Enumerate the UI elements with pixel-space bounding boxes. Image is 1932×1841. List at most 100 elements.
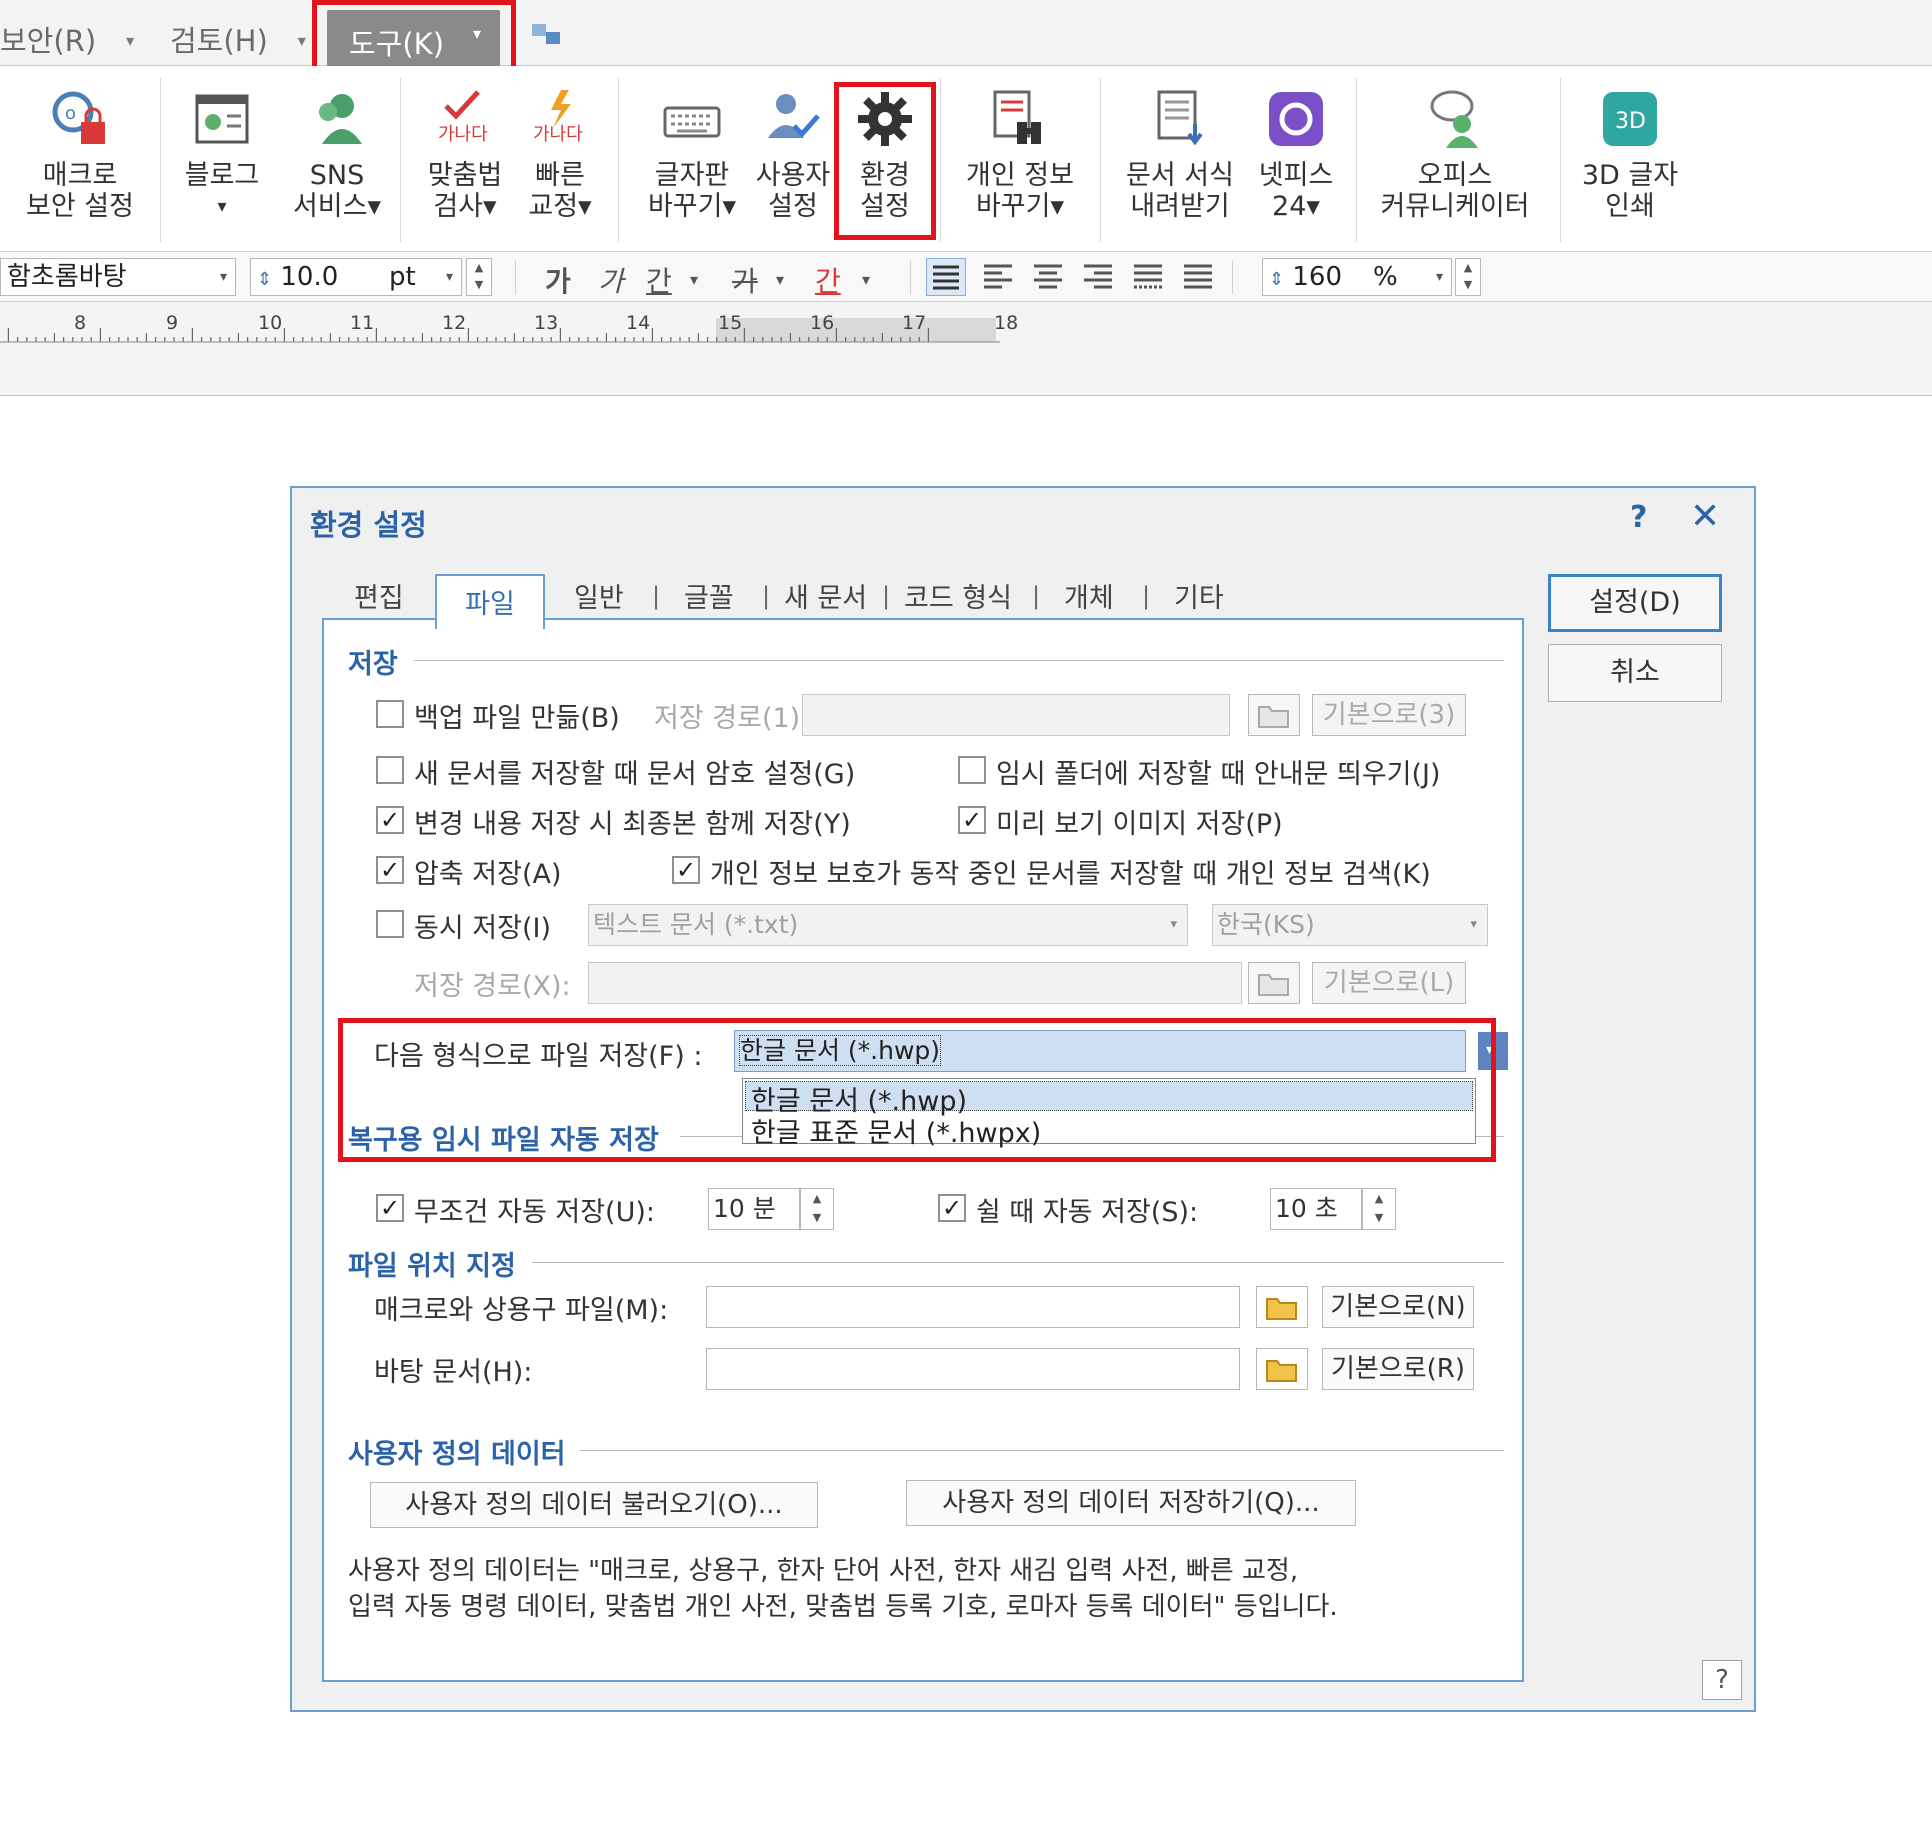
compress-checkbox[interactable]: ✓ [376, 856, 404, 884]
ok-button[interactable]: 설정(D) [1548, 574, 1722, 632]
privacy-search-checkbox[interactable]: ✓ [672, 856, 700, 884]
strikethrough-button[interactable]: 가 [732, 260, 758, 300]
ruler-number: 16 [810, 312, 835, 334]
personal-info-button[interactable]: 개인 정보 바꾸기▾ [955, 86, 1085, 222]
underline-button[interactable]: 간 [646, 260, 672, 300]
simultaneous-save-checkbox[interactable] [376, 910, 404, 938]
folder-icon[interactable] [1256, 1286, 1308, 1328]
compress-label: 압축 저장(A) [414, 859, 562, 890]
font-unit: pt [389, 262, 416, 292]
template-default-button[interactable]: 기본으로(R) [1322, 1348, 1474, 1390]
office-communicator-label-1: 오피스 [1417, 160, 1493, 191]
left-align-icon[interactable] [980, 260, 1016, 298]
lightning-icon: 가나다 [527, 86, 593, 152]
tab-separator: | [882, 582, 891, 610]
save-final-checkbox[interactable]: ✓ [376, 806, 404, 834]
idle-autosave-spinner[interactable]: ▲ ▼ [1362, 1188, 1396, 1230]
doc-password-checkbox[interactable] [376, 756, 404, 784]
keyboard-change-button[interactable]: 글자판 바꾸기▾ [636, 86, 748, 222]
template-file-field[interactable] [706, 1348, 1240, 1390]
ruler-number: 12 [442, 312, 467, 334]
line-spacing-value: 160 [1292, 262, 1342, 292]
temp-folder-notice-label: 임시 폴더에 저장할 때 안내문 띄우기(J) [996, 759, 1441, 790]
quick-correct-button[interactable]: 가나다 빠른 교정▾ [510, 86, 610, 222]
user-settings-button[interactable]: 사용자 설정 [745, 86, 841, 222]
tab-security[interactable]: 보안(R) ▾ [0, 18, 134, 60]
font-name-select[interactable]: 함초롬바탕 ▾ [0, 258, 236, 296]
center-align-icon[interactable] [1030, 260, 1066, 298]
chevron-down-icon[interactable]: ▾ [690, 270, 698, 289]
office-communicator-button[interactable]: 오피스 커뮤니케이터 [1370, 86, 1540, 222]
distribute-align-icon[interactable] [1130, 260, 1166, 298]
temp-folder-notice-checkbox[interactable] [958, 756, 986, 784]
tab-font[interactable]: 글꼴 [684, 576, 734, 615]
spell-check-button[interactable]: 가나다 맞춤법 검사▾ [415, 86, 515, 222]
netffice-icon [1263, 86, 1329, 152]
folder-icon[interactable] [1256, 1348, 1308, 1390]
tab-object[interactable]: 개체 [1064, 576, 1114, 615]
always-autosave-checkbox[interactable]: ✓ [376, 1194, 404, 1222]
tab-file[interactable]: 파일 [435, 574, 545, 629]
split-align-icon[interactable] [1180, 260, 1216, 298]
font-size-spinner[interactable]: ▲ ▼ [466, 258, 492, 296]
chevron-down-icon[interactable]: ▾ [862, 270, 870, 289]
macro-file-field[interactable] [706, 1286, 1240, 1328]
blog-label: 블로그 [184, 160, 260, 191]
font-color-button[interactable]: 간 [815, 260, 841, 300]
window-arrange-icon[interactable] [530, 20, 564, 50]
macro-security-button[interactable]: o 매크로 보안 설정 [10, 86, 150, 222]
simultaneous-format-select[interactable]: 텍스트 문서 (*.txt) ▾ [588, 904, 1188, 946]
blog-button[interactable]: 블로그 ▾ [172, 86, 272, 222]
backup-checkbox[interactable] [376, 700, 404, 728]
tab-edit[interactable]: 편집 [354, 576, 404, 615]
font-size-select[interactable]: ⇕ 10.0 pt ▾ [250, 258, 462, 296]
print-3d-button[interactable]: 3D 3D 글자 인쇄 [1575, 86, 1685, 222]
load-user-data-button[interactable]: 사용자 정의 데이터 불러오기(O)... [370, 1482, 818, 1528]
bold-button[interactable]: 가 [545, 260, 571, 300]
ruler-number: 9 [166, 312, 179, 334]
preview-image-checkbox[interactable]: ✓ [958, 806, 986, 834]
netffice-label-1: 넷피스 [1258, 160, 1334, 191]
ruler-number: 14 [626, 312, 651, 334]
help-icon[interactable]: ? [1630, 500, 1647, 535]
save-user-data-button[interactable]: 사용자 정의 데이터 저장하기(Q)... [906, 1480, 1356, 1526]
simultaneous-path-field[interactable] [588, 962, 1242, 1004]
folder-icon[interactable] [1248, 962, 1300, 1004]
keyboard-change-label-2: 바꾸기▾ [647, 191, 737, 222]
chevron-down-icon: ▾ [445, 269, 453, 285]
keyboard-icon [659, 86, 725, 152]
tab-etc[interactable]: 기타 [1174, 576, 1224, 615]
ruler-number: 11 [350, 312, 375, 334]
macro-lock-icon: o [47, 86, 113, 152]
justify-align-icon[interactable] [926, 258, 966, 296]
right-align-icon[interactable] [1080, 260, 1116, 298]
idle-autosave-input[interactable]: 10 초 [1270, 1188, 1362, 1230]
macro-default-button[interactable]: 기본으로(N) [1322, 1286, 1474, 1328]
tab-review[interactable]: 검토(H) ▾ [170, 18, 306, 60]
bottom-help-button[interactable]: ? [1702, 1660, 1742, 1700]
tab-general[interactable]: 일반 [574, 576, 624, 615]
folder-icon[interactable] [1248, 694, 1300, 736]
tab-new-document[interactable]: 새 문서 [784, 576, 867, 615]
chevron-down-icon: ▾ [1170, 917, 1177, 932]
cancel-button[interactable]: 취소 [1548, 644, 1722, 702]
doc-template-download-button[interactable]: 문서 서식 내려받기 [1115, 86, 1245, 222]
always-autosave-input[interactable]: 10 분 [708, 1188, 800, 1230]
backup-path-field[interactable] [802, 694, 1230, 736]
backup-default-button[interactable]: 기본으로(3) [1312, 694, 1466, 736]
italic-button[interactable]: 가 [598, 260, 624, 300]
simultaneous-save-label: 동시 저장(I) [414, 913, 551, 944]
close-icon[interactable]: ✕ [1690, 496, 1720, 537]
tab-code-format[interactable]: 코드 형식 [904, 576, 1012, 615]
simultaneous-encoding-select[interactable]: 한국(KS) ▾ [1212, 904, 1488, 946]
line-spacing-select[interactable]: ⇕ 160 % ▾ [1262, 258, 1452, 296]
sns-button[interactable]: SNS 서비스▾ [282, 86, 392, 222]
divider [160, 78, 161, 242]
chevron-down-icon[interactable]: ▾ [776, 270, 784, 289]
always-autosave-spinner[interactable]: ▲ ▼ [800, 1188, 834, 1230]
idle-autosave-checkbox[interactable]: ✓ [938, 1194, 966, 1222]
simultaneous-default-button[interactable]: 기본으로(L) [1312, 962, 1466, 1004]
line-spacing-spinner[interactable]: ▲ ▼ [1455, 258, 1481, 296]
tab-security-label: 보안(R) [0, 24, 97, 58]
netffice-button[interactable]: 넷피스 24▾ [1248, 86, 1344, 222]
